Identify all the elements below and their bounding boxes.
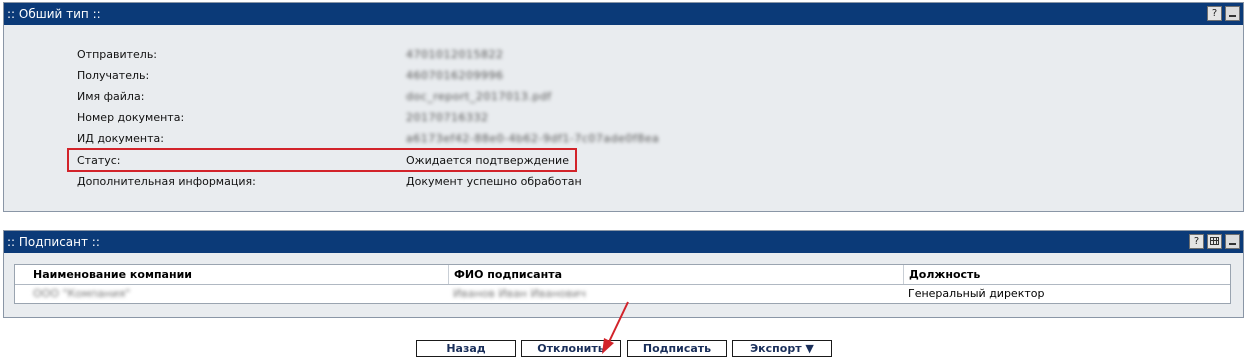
field-value: 4701012015822 bbox=[406, 48, 504, 61]
column-header-position[interactable]: Должность bbox=[903, 265, 1230, 284]
help-button[interactable]: ? bbox=[1189, 234, 1204, 249]
field-doc-number: Номер документа: 20170716332 bbox=[73, 107, 633, 128]
signer-panel-controls: ? bbox=[1189, 234, 1240, 249]
annotation-arrow-icon bbox=[602, 301, 629, 354]
field-extra-info: Дополнительная информация: Документ успе… bbox=[73, 171, 633, 192]
field-filename: Имя файла: doc_report_2017013.pdf bbox=[73, 86, 633, 107]
table-header: Наименование компании ФИО подписанта Дол… bbox=[15, 265, 1230, 285]
field-value: a6173ef42-88e0-4b62-9df1-7c07ade0f8ea bbox=[406, 132, 660, 145]
signer-panel-title: :: Подписант :: bbox=[7, 235, 100, 249]
field-label: Дополнительная информация: bbox=[77, 175, 256, 188]
column-header-signer[interactable]: ФИО подписанта bbox=[448, 265, 903, 284]
table-icon bbox=[1210, 237, 1219, 245]
field-label: ИД документа: bbox=[77, 132, 164, 145]
back-button[interactable]: Назад bbox=[416, 340, 516, 357]
minimize-button[interactable] bbox=[1225, 6, 1240, 21]
signer-table: Наименование компании ФИО подписанта Дол… bbox=[14, 264, 1231, 304]
cell-signer: Иванов Иван Иванович bbox=[453, 287, 586, 300]
cell-position: Генеральный директор bbox=[908, 287, 1045, 300]
table-settings-button[interactable] bbox=[1207, 234, 1222, 249]
field-label: Получатель: bbox=[77, 69, 150, 82]
minimize-button[interactable] bbox=[1225, 234, 1240, 249]
status-highlight-box bbox=[67, 148, 577, 172]
field-recipient: Получатель: 4607016209996 bbox=[73, 65, 633, 86]
field-label: Номер документа: bbox=[77, 111, 185, 124]
field-value: Документ успешно обработан bbox=[406, 175, 582, 188]
general-panel-title: :: Обший тип :: bbox=[7, 7, 101, 21]
field-doc-id: ИД документа: a6173ef42-88e0-4b62-9df1-7… bbox=[73, 128, 659, 149]
field-value: 4607016209996 bbox=[406, 69, 504, 82]
field-label: Имя файла: bbox=[77, 90, 145, 103]
general-panel-controls: ? bbox=[1207, 6, 1240, 21]
export-button[interactable]: Экспорт ▼ bbox=[732, 340, 832, 357]
sign-button[interactable]: Подписать bbox=[627, 340, 727, 357]
cell-company: ООО "Компания" bbox=[33, 287, 131, 300]
field-label: Отправитель: bbox=[77, 48, 158, 61]
field-value: 20170716332 bbox=[406, 111, 489, 124]
field-sender: Отправитель: 4701012015822 bbox=[73, 44, 633, 65]
field-value: doc_report_2017013.pdf bbox=[406, 90, 552, 103]
column-header-company[interactable]: Наименование компании bbox=[15, 265, 448, 284]
signer-panel-header: :: Подписант :: ? bbox=[4, 231, 1243, 253]
general-panel-header: :: Обший тип :: ? bbox=[4, 3, 1243, 25]
help-button[interactable]: ? bbox=[1207, 6, 1222, 21]
